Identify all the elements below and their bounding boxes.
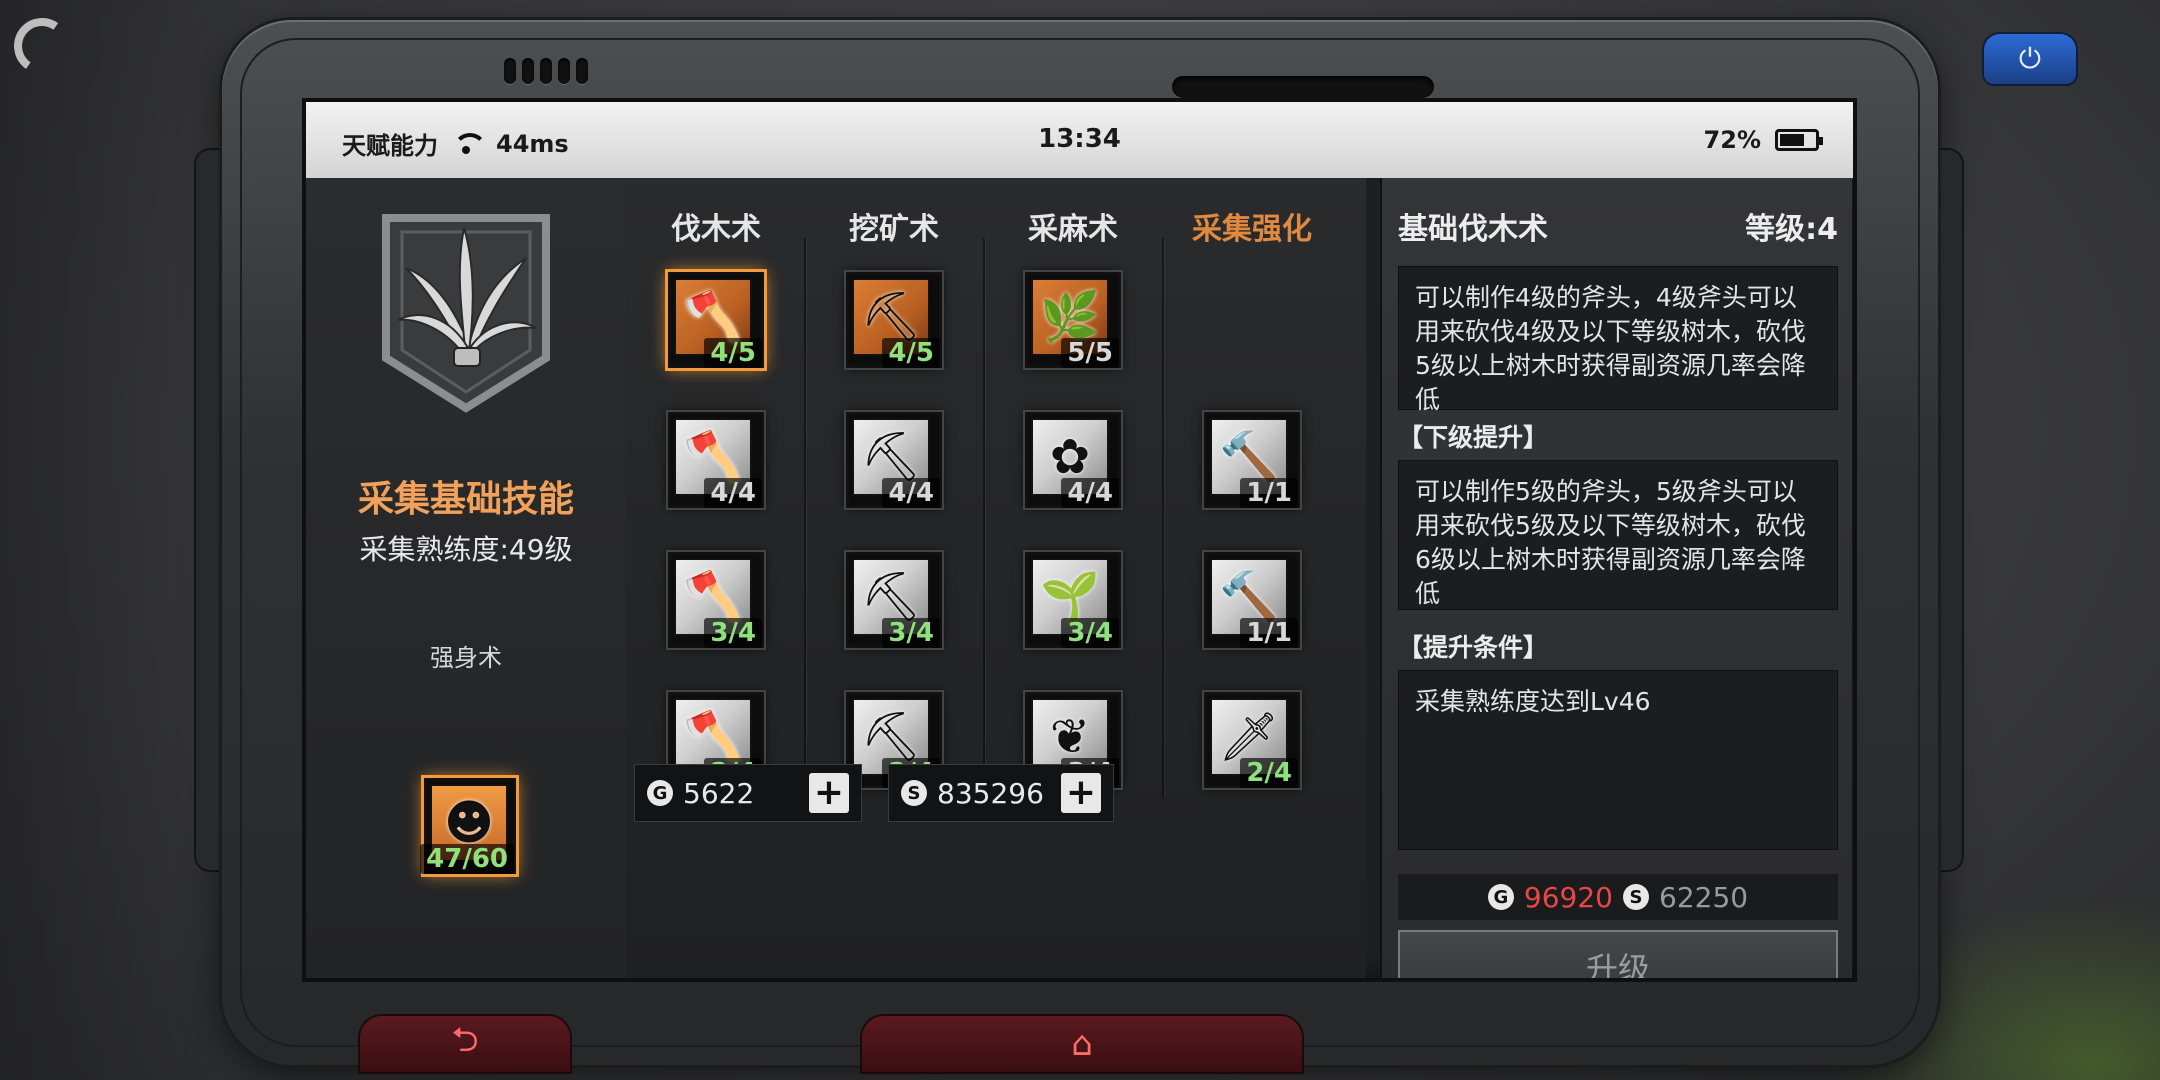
mining-node-1[interactable]: ⛏ 4/5 [846,272,942,368]
current-effect-text: 可以制作4级的斧头，4级斧头可以用来砍伐4级及以下等级树木，砍伐5级以上树木时获… [1415,283,1806,414]
requirement-header: 【提升条件】 [1398,633,1549,662]
node-count: 3/4 [1061,618,1119,648]
next-level-box: 可以制作5级的斧头，5级斧头可以用来砍伐5级及以下等级树木，砍伐6级以上树木时获… [1398,460,1838,610]
boost-node-1[interactable]: 🔨 1/1 [1204,412,1300,508]
back-button[interactable]: ⮌ [360,1016,570,1072]
axe-icon: 🪓 [683,429,743,485]
skill-level: 采集熟练度:49级 [359,533,573,566]
detail-title: 基础伐木术 [1398,212,1548,247]
pickaxe-icon: ⛏ [860,709,922,765]
axe-icon: 🪓 [683,709,743,765]
home-button[interactable]: ⌂ [862,1016,1302,1072]
tab-mining[interactable]: 挖矿术 [809,204,979,248]
skill-detail-panel: 基础伐木术 等级:4 可以制作4级的斧头，4级斧头可以用来砍伐4级及以下等级树木… [1380,178,1852,978]
felling-node-2[interactable]: 🪓 4/4 [668,412,764,508]
battery-percent: 72% [1703,126,1761,154]
boost-node-3[interactable]: 🗡 2/4 [1204,692,1300,788]
gathering-emblem-icon [382,214,550,413]
gold-currency: G 5622 + [634,764,862,822]
cost-gold: 96920 [1523,880,1613,914]
requirement-text: 采集熟练度达到Lv46 [1415,687,1651,716]
axe-icon: 🪓 [683,289,743,345]
node-count: 4/4 [882,478,940,508]
column-separator [1162,238,1164,798]
column-separator [983,238,985,798]
gold-coin-icon: G [1487,884,1514,910]
node-count: 3/4 [882,618,940,648]
add-gold-button[interactable]: + [809,773,849,813]
requirement-box: 采集熟练度达到Lv46 [1398,670,1838,850]
mining-node-2[interactable]: ⛏ 4/4 [846,412,942,508]
battery-fill [1780,134,1805,146]
home-icon: ⌂ [1071,1024,1093,1064]
skill-title: 采集基础技能 [357,479,574,520]
status-bar: 天赋能力 44ms 13:34 72% [306,102,1853,178]
leaf-icon: ❦ [1049,709,1091,765]
hemp-node-2[interactable]: ✿ 4/4 [1025,412,1121,508]
bald-head-icon: ☻ [443,795,495,851]
axe-icon: 🪓 [683,569,743,625]
top-slot [1172,76,1434,98]
upgrade-button[interactable]: 升级 [1398,930,1838,978]
power-icon: ⏻ [2018,42,2042,75]
column-separator [804,238,806,798]
screen: 天赋能力 44ms 13:34 72% 采集基础技能 采集熟练度:49级 强身术… [302,98,1857,982]
hammer-icon: 🔨 [1219,569,1279,625]
strength-count: 47/60 [420,844,514,874]
speaker-grill [504,58,604,92]
strength-label: 强身术 [430,644,502,672]
knife-icon: 🗡 [1218,709,1280,765]
node-count: 3/4 [704,618,762,648]
mining-node-3[interactable]: ⛏ 3/4 [846,552,942,648]
profile-panel: 采集基础技能 采集熟练度:49级 强身术 ☻ 47/60 [306,178,626,978]
detail-level: 等级:4 [1745,212,1838,247]
battery-icon [1775,129,1823,151]
felling-node-3[interactable]: 🪓 3/4 [668,552,764,648]
next-level-text: 可以制作5级的斧头，5级斧头可以用来砍伐5级及以下等级树木，砍伐6级以上树木时获… [1415,477,1806,608]
cost-silver: 62250 [1659,880,1749,914]
felling-node-1[interactable]: 🪓 4/5 [668,272,764,368]
next-level-header: 【下级提升】 [1398,423,1549,452]
pickaxe-icon: ⛏ [860,429,922,485]
node-count: 4/5 [704,338,762,368]
node-count: 4/4 [704,478,762,508]
node-count: 5/5 [1061,338,1119,368]
flower-icon: ✿ [1049,429,1091,485]
pickaxe-icon: ⛏ [860,569,922,625]
status-time: 13:34 [1038,124,1121,154]
node-count: 1/1 [1240,478,1298,508]
plant-icon: 🌿 [1040,289,1100,345]
status-right: 72% [1703,126,1823,154]
node-count: 4/4 [1061,478,1119,508]
tab-gathering-boost[interactable]: 采集强化 [1167,204,1337,248]
strength-skill-node[interactable]: ☻ 47/60 [420,778,516,874]
boost-node-2[interactable]: 🔨 1/1 [1204,552,1300,648]
hemp-node-3[interactable]: 🌱 3/4 [1025,552,1121,648]
node-count: 2/4 [1240,758,1298,788]
back-icon: ⮌ [451,1019,479,1060]
silver-coin-icon: S [1623,884,1649,910]
tab-hemp[interactable]: 采麻术 [988,204,1158,248]
tab-felling[interactable]: 伐木术 [631,204,801,248]
current-effect-box: 可以制作4级的斧头，4级斧头可以用来砍伐4级及以下等级树木，砍伐5级以上树木时获… [1398,266,1838,414]
talent-grid: 伐木术 挖矿术 采麻术 采集强化 🪓 4/5 ⛏ 4/5 🌿 5/5 🪓 4/4 ⛏ 4/4 ✿ 4/… [626,178,1366,978]
upgrade-cost: G 96920 S 62250 [1398,874,1838,920]
hemp-node-1[interactable]: 🌿 5/5 [1025,272,1121,368]
node-count: 1/1 [1240,618,1298,648]
silver-coin-icon: S [901,780,927,806]
hammer-icon: 🔨 [1219,429,1279,485]
detail-header: 基础伐木术 等级:4 [1398,204,1838,248]
silver-currency: S 835296 + [888,764,1114,822]
gold-coin-icon: G [647,780,673,806]
silver-amount: 835296 [937,776,1044,810]
power-button[interactable]: ⏻ [1984,34,2076,84]
gold-amount: 5622 [683,776,755,810]
add-silver-button[interactable]: + [1061,773,1101,813]
pickaxe-icon: ⛏ [860,289,922,345]
sprout-icon: 🌱 [1040,569,1100,625]
node-count: 4/5 [882,338,940,368]
